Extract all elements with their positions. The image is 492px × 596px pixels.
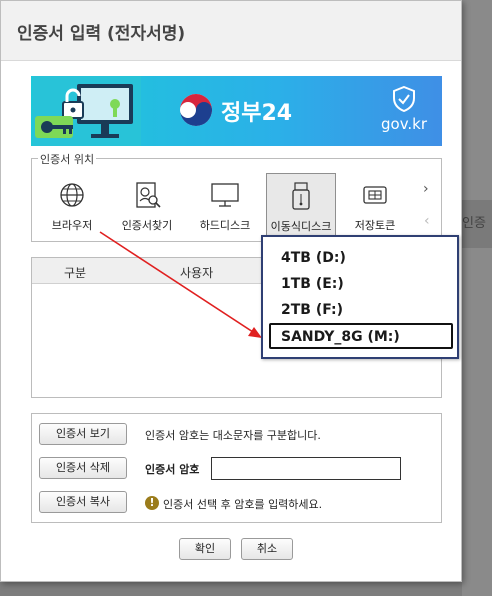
shield-check-icon [393, 86, 415, 112]
certificate-location-group: 인증서 위치 브라우저 인증서찾기 하드디스크 이동식디스크 저장토큰 [31, 151, 442, 242]
password-input[interactable] [211, 457, 401, 480]
location-label: 브라우저 [51, 219, 93, 232]
security-illustration-icon [33, 76, 141, 146]
taegeuk-emblem-icon [180, 94, 212, 126]
dialog-title-bar[interactable]: 인증서 입력 (전자서명) [1, 1, 461, 61]
gov24-banner: 정부24 gov.kr [31, 76, 442, 146]
column-header-user: 사용자 [180, 266, 214, 280]
removable-disk-dropdown: 4TB (D:) 1TB (E:) 2TB (F:) SANDY_8G (M:) [261, 235, 459, 359]
location-removable-disk[interactable]: 이동식디스크 [266, 173, 336, 237]
globe-icon [60, 183, 84, 207]
location-label: 이동식디스크 [270, 220, 332, 233]
drive-option-e[interactable]: 1TB (E:) [269, 271, 453, 297]
location-cert-search[interactable]: 인증서찾기 [112, 173, 182, 237]
password-label: 인증서 암호 [145, 463, 200, 476]
location-label: 하드디스크 [199, 219, 251, 232]
drive-option-f[interactable]: 2TB (F:) [269, 297, 453, 323]
location-hard-disk[interactable]: 하드디스크 [190, 173, 260, 237]
location-label: 저장토큰 [354, 219, 396, 232]
dialog-title: 인증서 입력 (전자서명) [17, 24, 186, 44]
location-browser[interactable]: 브라우저 [38, 173, 106, 237]
ok-button[interactable]: 확인 [179, 538, 231, 560]
location-legend: 인증서 위치 [38, 151, 97, 167]
banner-gov-domain: gov.kr [381, 115, 428, 133]
chevron-left-icon[interactable]: ‹ [424, 213, 430, 229]
column-header-type: 구분 [64, 266, 87, 280]
cancel-button[interactable]: 취소 [241, 538, 293, 560]
case-sensitivity-note: 인증서 암호는 대소문자를 구분합니다. [145, 429, 321, 442]
warning-icon: ! [145, 496, 159, 510]
view-certificate-button[interactable]: 인증서 보기 [39, 423, 127, 445]
drive-option-m[interactable]: SANDY_8G (M:) [269, 323, 453, 349]
security-token-icon [363, 186, 387, 204]
background-right-area [462, 0, 492, 596]
chevron-right-icon[interactable]: › [423, 181, 429, 197]
monitor-icon [211, 183, 239, 207]
usb-drive-icon [292, 182, 310, 210]
banner-brand: 정부24 [221, 101, 293, 126]
password-hint: 인증서 선택 후 암호를 입력하세요. [163, 498, 323, 511]
certificate-search-icon [136, 182, 161, 208]
location-security-token[interactable]: 저장토큰 [344, 173, 406, 237]
delete-certificate-button[interactable]: 인증서 삭제 [39, 457, 127, 479]
background-text-right: 인증 [462, 216, 486, 231]
location-label: 인증서찾기 [121, 219, 173, 232]
certificate-actions-panel: 인증서 보기 인증서 암호는 대소문자를 구분합니다. 인증서 삭제 인증서 암… [31, 413, 442, 523]
drive-option-d[interactable]: 4TB (D:) [269, 245, 453, 271]
copy-certificate-button[interactable]: 인증서 복사 [39, 491, 127, 513]
